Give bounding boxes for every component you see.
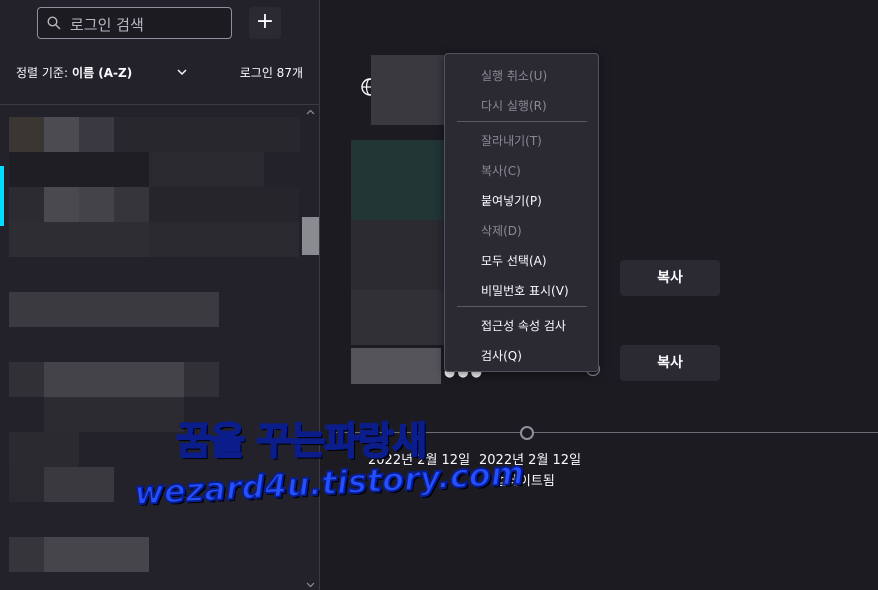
menu-item-copy[interactable]: 복사(C): [481, 162, 521, 179]
context-menu: 실행 취소(U) 다시 실행(R) 잘라내기(T) 복사(C) 붙여넣기(P) …: [444, 53, 599, 372]
copy-password-button[interactable]: 복사: [620, 345, 720, 381]
menu-item-select-all[interactable]: 모두 선택(A): [481, 252, 547, 269]
timeline-dot: [520, 426, 534, 440]
menu-separator: [457, 121, 587, 122]
login-detail: ●●● 복사 복사 2022년 2월 12일 2022년 2월 12일 업데이트…: [320, 0, 878, 590]
menu-item-paste[interactable]: 붙여넣기(P): [481, 192, 542, 209]
menu-item-undo[interactable]: 실행 취소(U): [481, 67, 547, 84]
redacted-origin: [351, 140, 446, 220]
menu-item-inspect-accessibility[interactable]: 접근성 속성 검사: [481, 317, 566, 334]
login-list[interactable]: [0, 105, 302, 590]
menu-item-redo[interactable]: 다시 실행(R): [481, 97, 547, 114]
menu-item-show-password[interactable]: 비밀번호 표시(V): [481, 282, 569, 299]
watermark-title: 꿈을 꾸는파랑새: [175, 418, 428, 464]
search-placeholder: 로그인 검색: [70, 16, 144, 34]
search-input[interactable]: 로그인 검색: [37, 7, 232, 39]
scroll-down-icon[interactable]: [306, 582, 315, 588]
redacted-password-prefix: [351, 348, 441, 384]
menu-separator: [457, 306, 587, 307]
sort-selector[interactable]: 정렬 기준: 이름 (A-Z): [16, 64, 132, 81]
sort-value: 이름 (A-Z): [72, 66, 133, 80]
search-icon: [47, 16, 61, 30]
redacted-username: [351, 220, 446, 290]
selected-item-indicator: [0, 166, 4, 226]
login-count: 로그인 87개: [239, 66, 303, 80]
scroll-up-icon[interactable]: [306, 109, 315, 115]
add-login-button[interactable]: +: [249, 7, 281, 39]
redacted-field: [351, 290, 446, 345]
menu-item-inspect[interactable]: 검사(Q): [481, 347, 522, 364]
redacted-title: [371, 55, 444, 125]
scroll-thumb[interactable]: [302, 217, 319, 255]
chevron-down-icon[interactable]: [177, 68, 187, 76]
menu-item-cut[interactable]: 잘라내기(T): [481, 132, 542, 149]
menu-item-delete[interactable]: 삭제(D): [481, 222, 522, 239]
list-scrollbar[interactable]: [302, 105, 319, 590]
copy-username-button[interactable]: 복사: [620, 260, 720, 296]
sort-label: 정렬 기준:: [16, 66, 69, 80]
